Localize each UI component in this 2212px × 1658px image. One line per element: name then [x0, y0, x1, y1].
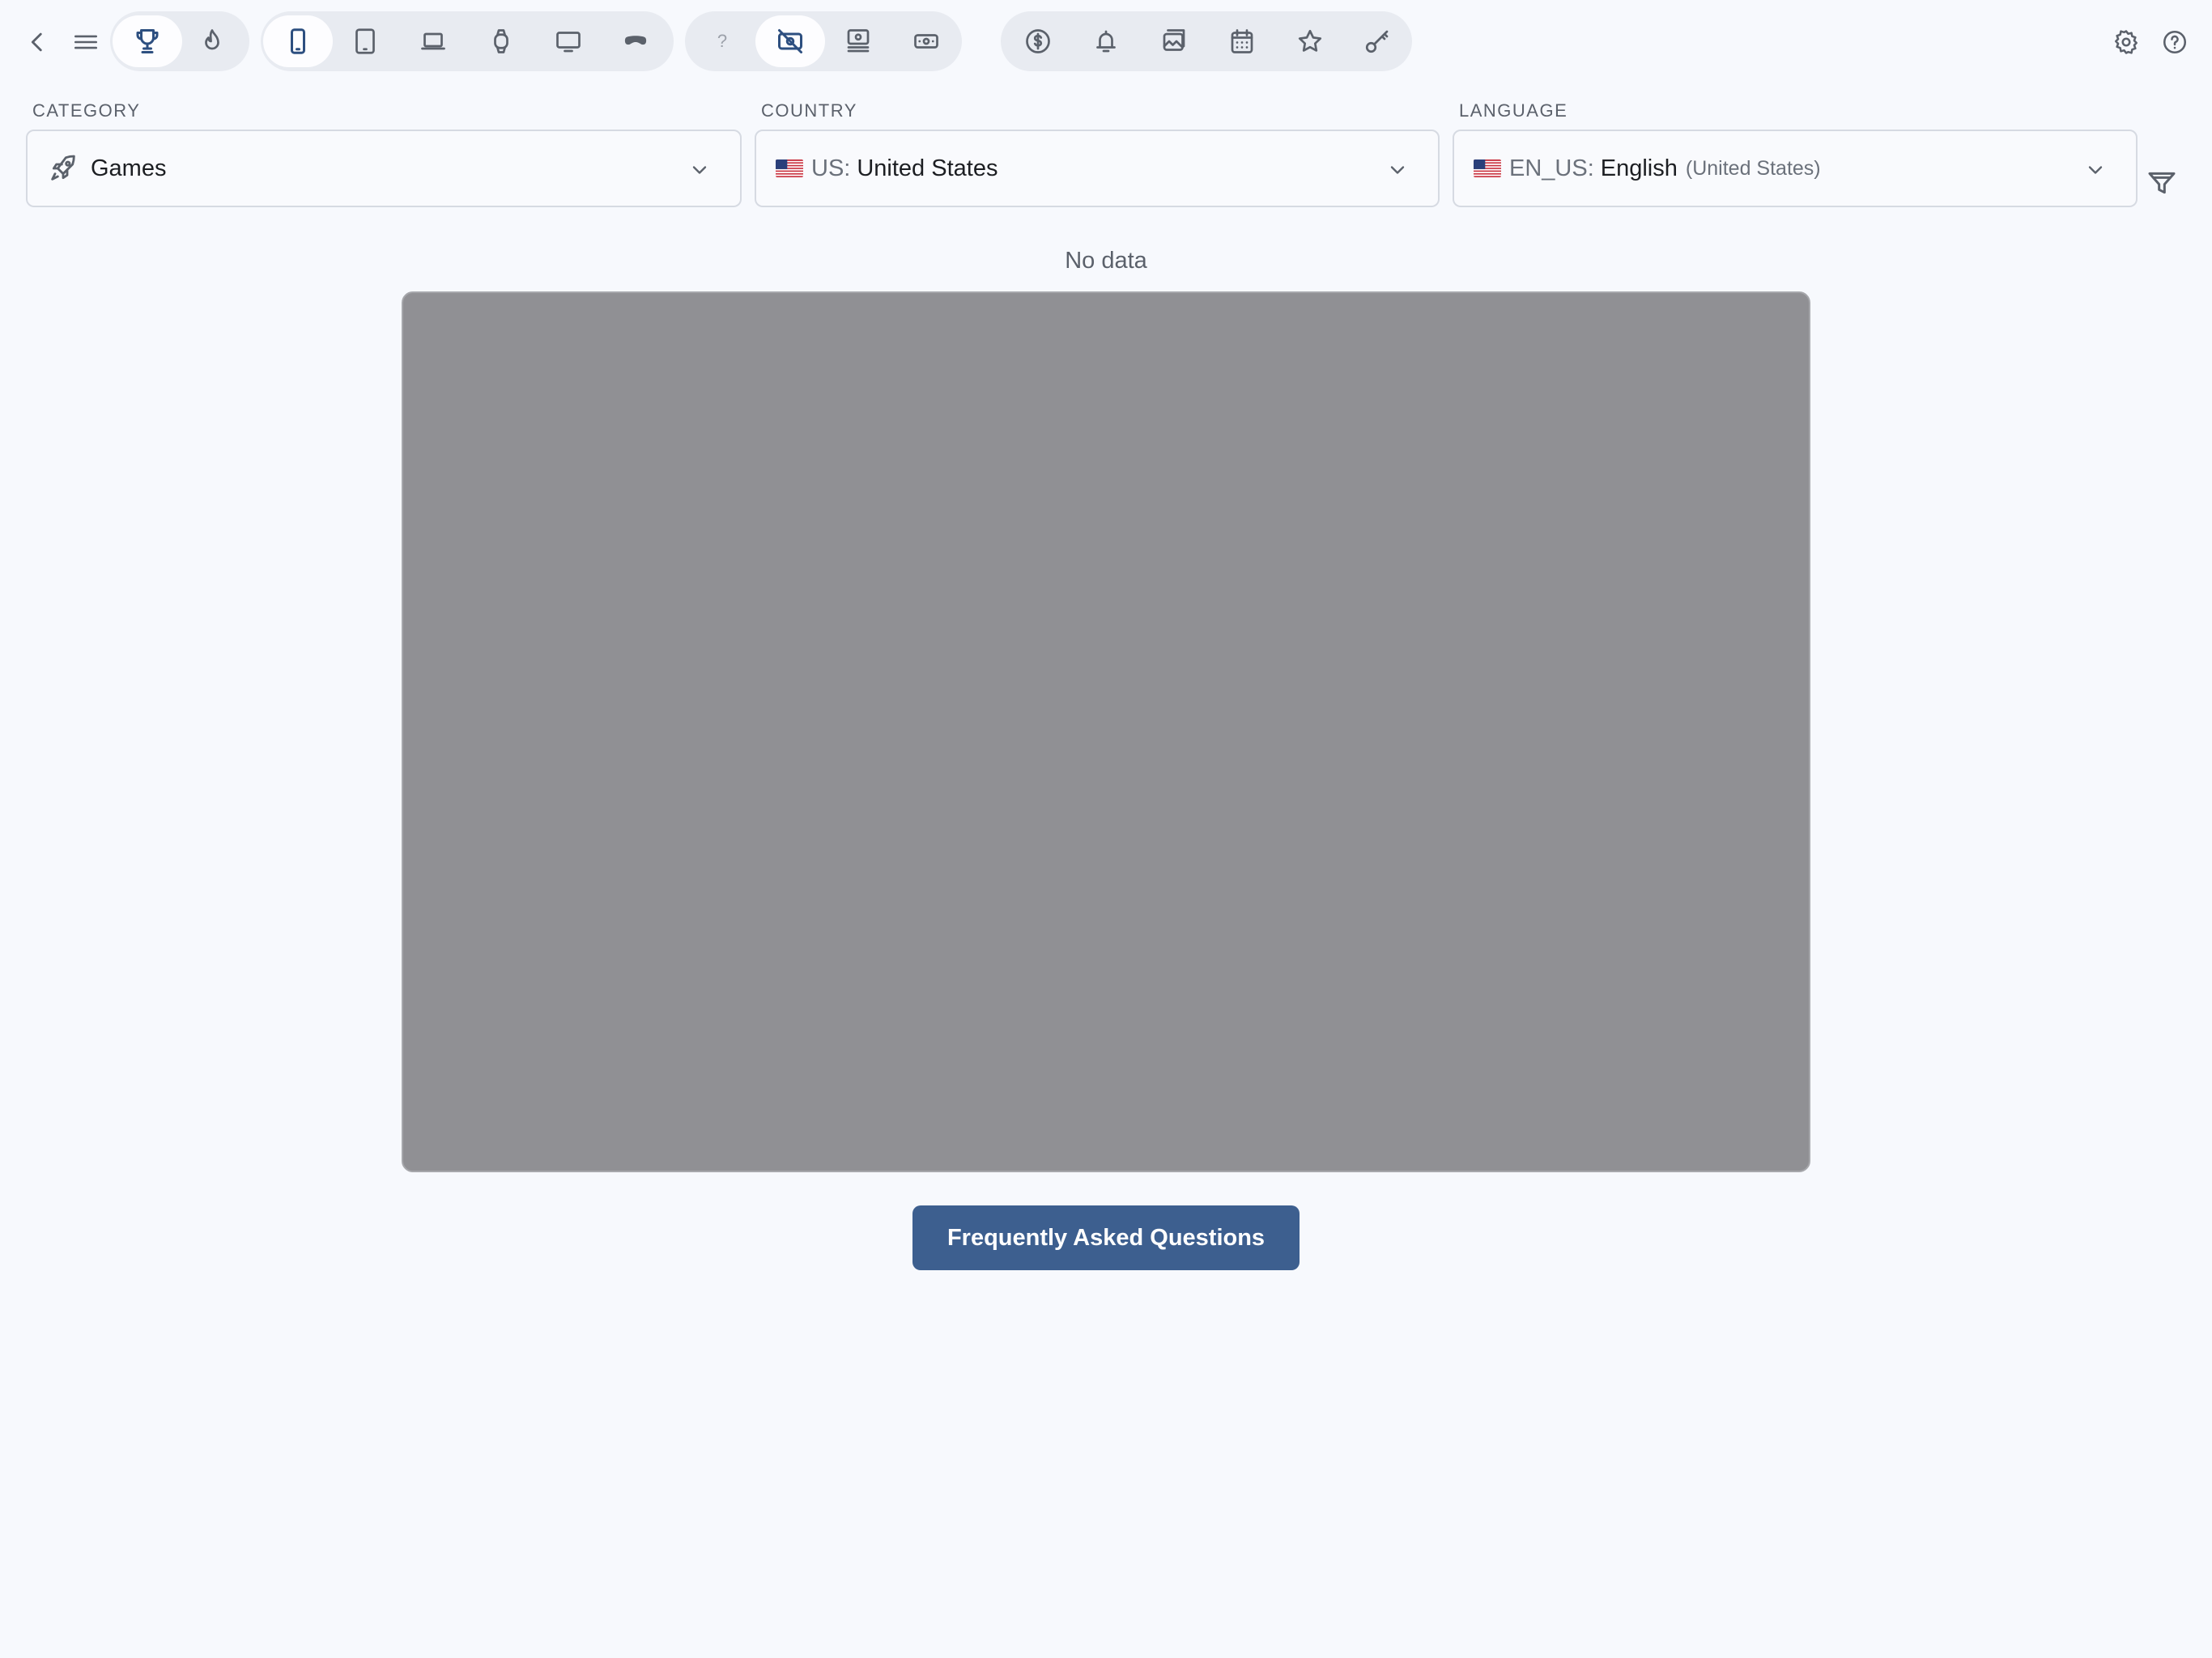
paid-tab[interactable] [823, 15, 893, 67]
filter-icon[interactable] [2146, 167, 2178, 199]
mac-tab[interactable] [398, 15, 468, 67]
help-circle-icon [2163, 30, 2187, 54]
question-mark-icon: ? [717, 31, 728, 51]
us-flag-icon [1474, 159, 1501, 177]
watch-icon [494, 29, 508, 53]
free-tab[interactable] [755, 15, 825, 67]
trending-tab[interactable] [177, 15, 247, 67]
calendar-icon [1231, 29, 1253, 53]
feature-toggle-group [1001, 11, 1412, 71]
rocket-icon [51, 155, 75, 181]
free-icon [778, 29, 802, 53]
gear-icon [2114, 30, 2138, 54]
faq-button[interactable]: Frequently Asked Questions [912, 1205, 1300, 1270]
language-code: EN_US: [1509, 155, 1594, 181]
trophy-icon [136, 29, 159, 53]
us-flag-icon [776, 159, 803, 177]
key-icon [1365, 30, 1389, 53]
chevron-down-icon [2088, 166, 2103, 174]
device-toggle-group [261, 11, 674, 71]
ranking-toggle-group [110, 11, 249, 71]
language-region: (United States) [1685, 156, 1821, 180]
back-button[interactable] [13, 18, 62, 66]
language-label: LANGUAGE [1459, 100, 1568, 121]
bell-icon [1096, 30, 1116, 53]
content-placeholder [402, 291, 1810, 1172]
settings-button[interactable] [2102, 18, 2150, 66]
in-app-purchase-icon [914, 34, 938, 49]
menu-button[interactable] [62, 18, 110, 66]
mac-icon [421, 32, 445, 50]
category-value: Games [91, 155, 167, 181]
notifications-tab[interactable] [1071, 15, 1141, 67]
menu-icon [74, 35, 98, 49]
chevron-down-icon [692, 166, 707, 174]
ipad-tab[interactable] [330, 15, 400, 67]
empty-state-text: No data [1065, 248, 1147, 274]
iphone-icon [291, 28, 305, 54]
revenue-tab[interactable] [1003, 15, 1073, 67]
tv-icon [556, 32, 581, 53]
chevron-down-icon [1390, 166, 1405, 174]
price-toggle-group: ? [685, 11, 962, 71]
flame-icon [205, 29, 219, 50]
top-charts-tab[interactable] [113, 15, 182, 67]
favorites-tab[interactable] [1275, 15, 1345, 67]
category-label: CATEGORY [32, 100, 141, 121]
screenshots-tab[interactable] [1139, 15, 1209, 67]
help-button[interactable] [2150, 18, 2199, 66]
dollar-circle-icon [1026, 29, 1050, 53]
top-toolbar: ? [0, 0, 2212, 83]
tv-tab[interactable] [534, 15, 603, 67]
star-icon [1298, 29, 1322, 52]
country-code: US: [811, 155, 851, 181]
image-icon [1163, 29, 1185, 51]
country-select[interactable]: US: United States [755, 130, 1440, 207]
country-label: COUNTRY [761, 100, 857, 121]
vision-tab[interactable] [601, 15, 670, 67]
language-select[interactable]: EN_US: English (United States) [1453, 130, 2138, 207]
price-unknown-tab[interactable]: ? [687, 15, 757, 67]
country-value: United States [857, 155, 998, 181]
watch-tab[interactable] [466, 15, 536, 67]
paid-icon [847, 29, 870, 53]
keywords-tab[interactable] [1342, 15, 1412, 67]
ipad-icon [355, 28, 375, 54]
category-select[interactable]: Games [26, 130, 742, 207]
iphone-tab[interactable] [263, 15, 333, 67]
in-app-purchase-tab[interactable] [891, 15, 961, 67]
vision-headset-icon [624, 36, 647, 45]
chevron-left-icon [31, 32, 42, 52]
calendar-tab[interactable] [1207, 15, 1277, 67]
language-value: English [1600, 155, 1678, 181]
